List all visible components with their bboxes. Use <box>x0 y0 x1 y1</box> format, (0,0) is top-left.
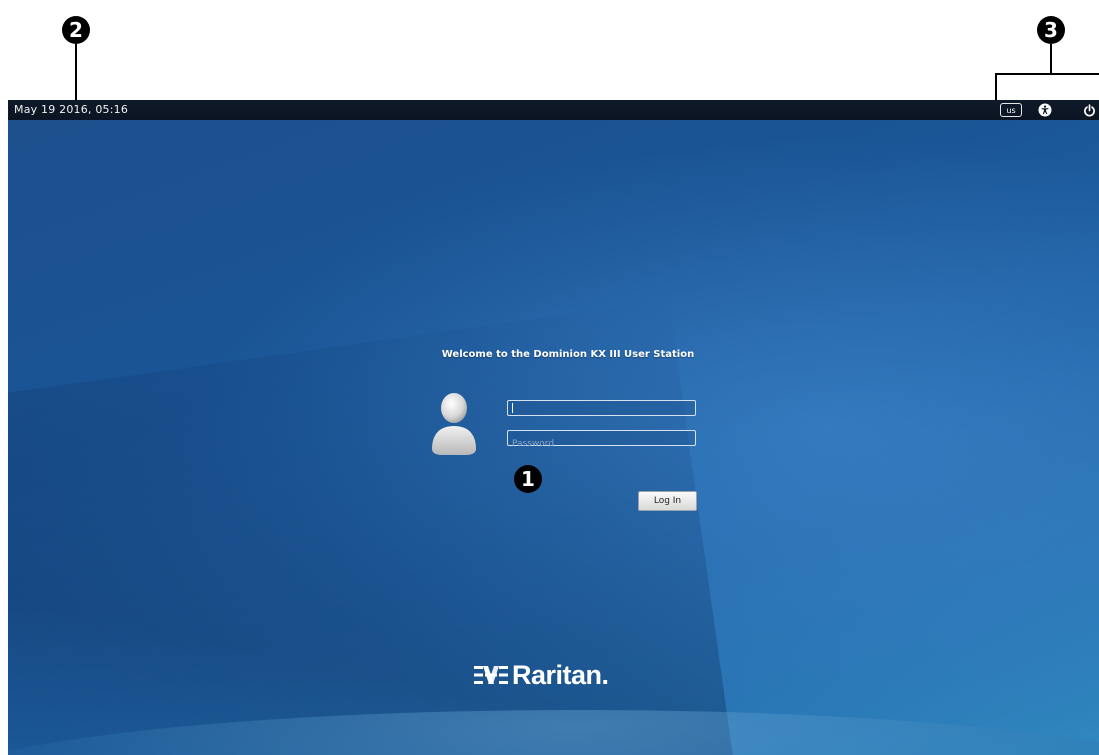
user-avatar-icon <box>426 389 482 455</box>
username-input[interactable] <box>508 407 695 421</box>
raritan-logo: Raritan. <box>474 659 609 691</box>
callout-line-3-left-tick <box>995 73 997 103</box>
username-field[interactable] <box>507 400 696 421</box>
callout-marker-1: 1 <box>514 465 542 493</box>
callout-line-2 <box>75 44 77 102</box>
raritan-logo-text: Raritan. <box>512 659 609 690</box>
keyboard-layout-label: us <box>1006 105 1016 115</box>
login-screen: May 19 2016, 05:16 us Welcome to the Dom… <box>8 100 1099 755</box>
clock[interactable]: May 19 2016, 05:16 <box>14 103 128 116</box>
welcome-text: Welcome to the Dominion KX III User Stat… <box>441 349 695 360</box>
power-icon[interactable] <box>1082 103 1096 117</box>
callout-line-3-stem <box>1050 44 1052 74</box>
raritan-logo-mark-icon <box>474 666 508 684</box>
keyboard-layout-indicator[interactable]: us <box>1000 103 1022 117</box>
callout-marker-2: 2 <box>62 16 90 44</box>
accessibility-icon[interactable] <box>1038 103 1052 117</box>
callout-line-3-bracket <box>995 73 1099 75</box>
password-input[interactable] <box>508 437 695 451</box>
login-button[interactable]: Log In <box>638 491 697 511</box>
password-field[interactable] <box>507 430 696 451</box>
callout-marker-3: 3 <box>1037 16 1065 44</box>
text-caret <box>512 403 513 413</box>
top-panel: May 19 2016, 05:16 us <box>8 100 1099 120</box>
